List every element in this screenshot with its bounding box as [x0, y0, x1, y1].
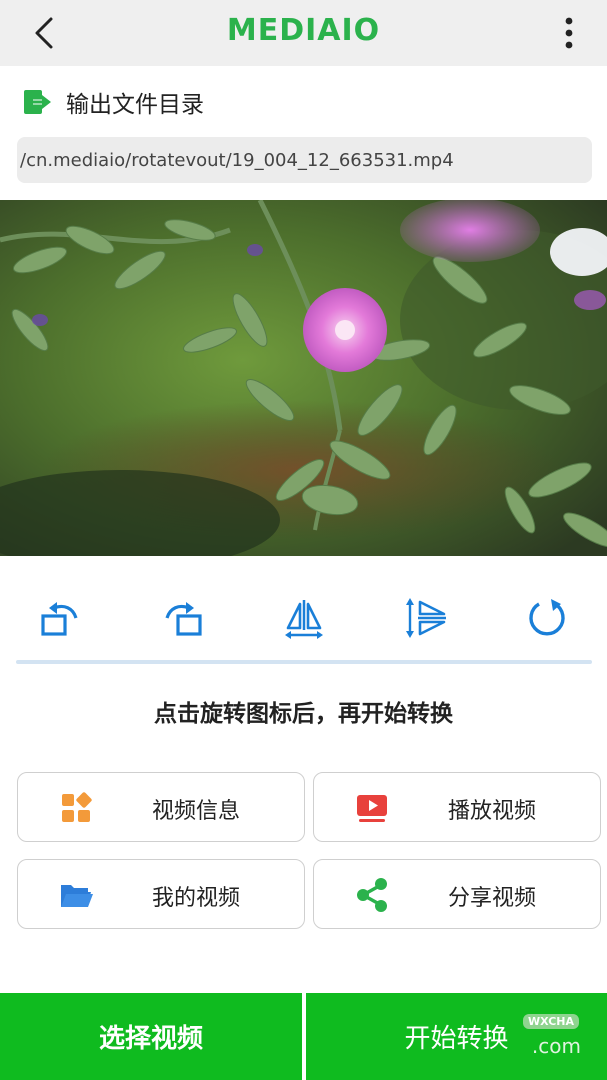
flip-horizontal-icon: [285, 600, 323, 639]
flip-horizontal-button[interactable]: [276, 590, 332, 646]
grid-apps-icon: [62, 792, 92, 822]
rotation-toolbar: [0, 590, 607, 646]
site-watermark: WXCHA .com: [470, 1014, 585, 1058]
output-directory-label: 输出文件目录: [66, 92, 204, 118]
more-vertical-icon: [565, 17, 573, 49]
video-preview-image: [0, 200, 607, 556]
reset-rotation-button[interactable]: [519, 590, 575, 646]
output-directory-row: 输出文件目录: [22, 84, 204, 120]
app-bar: MEDIAIO: [0, 0, 607, 66]
my-videos-label: 我的视频: [152, 886, 241, 911]
my-videos-button[interactable]: 我的视频: [17, 859, 305, 929]
toolbar-divider: [16, 660, 592, 664]
select-video-button[interactable]: 选择视频: [0, 993, 302, 1080]
more-options-button[interactable]: [561, 14, 577, 52]
output-path-field[interactable]: /cn.mediaio/rotatevout/19_004_12_663531.…: [17, 137, 592, 183]
folder-open-icon: [61, 885, 93, 907]
video-info-button[interactable]: 视频信息: [17, 772, 305, 842]
rotate-left-button[interactable]: [32, 590, 88, 646]
flip-vertical-button[interactable]: [398, 590, 454, 646]
share-icon: [357, 878, 387, 912]
rotate-right-button[interactable]: [155, 590, 211, 646]
share-video-button[interactable]: 分享视频: [313, 859, 601, 929]
play-screen-icon: [357, 795, 387, 822]
rotate-right-icon: [165, 602, 202, 636]
flip-vertical-icon: [406, 598, 446, 638]
reset-icon: [529, 599, 565, 636]
play-video-label: 播放视频: [448, 799, 537, 824]
video-preview[interactable]: [0, 200, 607, 556]
export-folder-icon: [24, 90, 51, 114]
watermark-badge: WXCHA: [522, 1014, 579, 1029]
instruction-text: 点击旋转图标后，再开始转换: [154, 701, 453, 727]
app-logo: MEDIAIO: [226, 13, 381, 48]
rotate-left-icon: [41, 602, 78, 636]
video-info-label: 视频信息: [152, 799, 241, 824]
share-video-label: 分享视频: [448, 886, 537, 911]
watermark-domain: .com: [531, 1034, 581, 1058]
play-video-button[interactable]: 播放视频: [313, 772, 601, 842]
